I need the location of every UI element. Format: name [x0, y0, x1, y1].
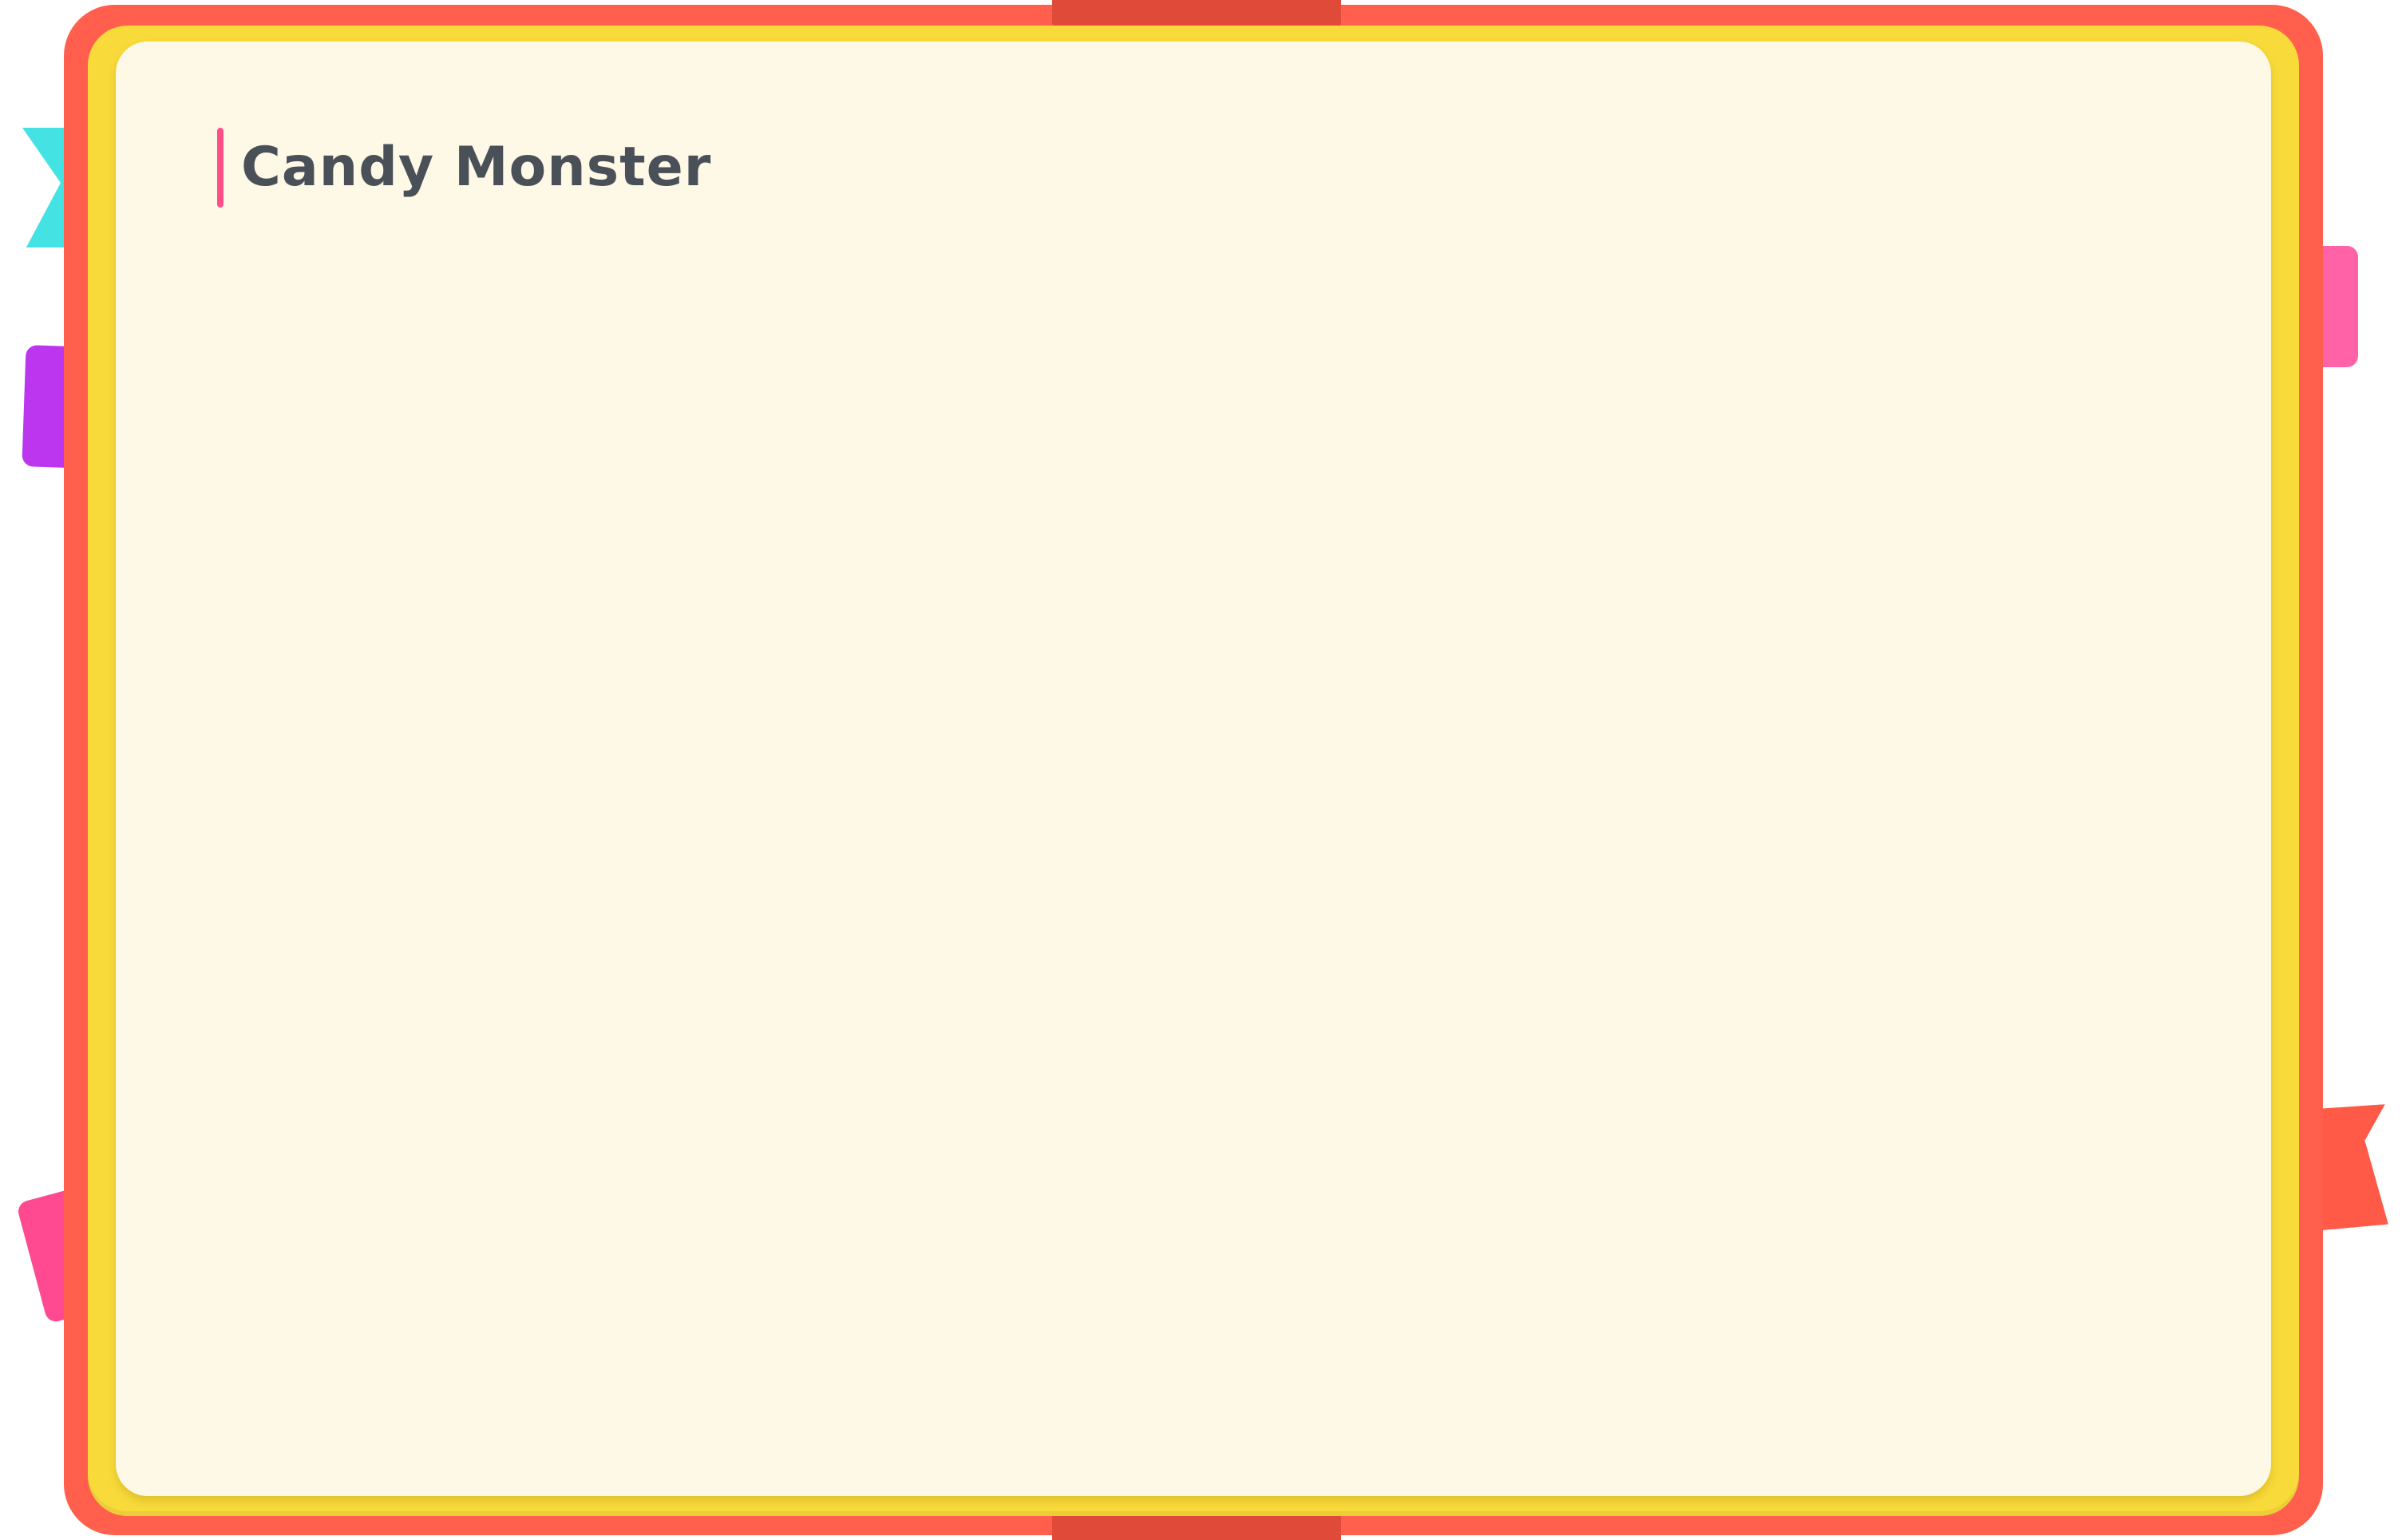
bottom-binding-clip — [1052, 1513, 1341, 1540]
title-accent-bar — [217, 128, 224, 208]
page-header: Candy Monster — [217, 126, 711, 209]
page-title: Candy Monster — [241, 136, 712, 199]
notebook-stage: Candy Monster — [0, 0, 2406, 1540]
top-binding-clip — [1052, 0, 1341, 27]
notebook-page — [116, 42, 2271, 1496]
